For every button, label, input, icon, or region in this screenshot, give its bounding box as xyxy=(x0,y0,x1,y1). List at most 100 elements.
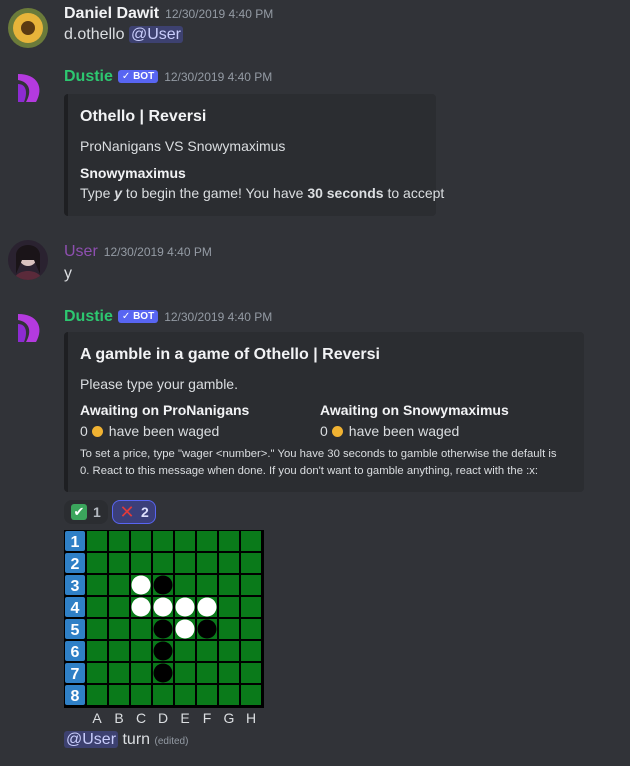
board-cell xyxy=(219,663,239,683)
reaction-cross[interactable]: ✕ 2 xyxy=(112,500,156,524)
board-cell xyxy=(87,553,107,573)
column-labels: ABCDEFGH xyxy=(64,710,264,726)
board-cell xyxy=(87,597,107,617)
avatar-user[interactable] xyxy=(8,240,48,280)
board-cell xyxy=(153,531,173,551)
dustie-logo-icon xyxy=(18,74,40,102)
message-text: y xyxy=(64,265,72,282)
board-cell xyxy=(153,685,173,705)
embed-field-name: Awaiting on ProNanigans xyxy=(80,402,250,418)
board-cell xyxy=(175,575,195,595)
row-label: 4 xyxy=(71,600,80,617)
white-disc xyxy=(197,597,217,617)
author-name[interactable]: Daniel Dawit xyxy=(64,5,159,22)
sunflower-avatar-icon xyxy=(8,8,48,48)
timestamp: 12/30/2019 4:40 PM xyxy=(164,70,273,84)
board-cell xyxy=(197,641,217,661)
othello-board: 1 2 3 4 5 6 7 8 xyxy=(64,530,264,708)
avatar-dustie[interactable] xyxy=(8,308,48,348)
row-label: 5 xyxy=(71,622,80,639)
embed-field-value: 0 have been waged xyxy=(320,423,460,439)
board-cell xyxy=(175,685,195,705)
board-cell xyxy=(87,641,107,661)
board-cell xyxy=(219,641,239,661)
user-mention[interactable]: @User xyxy=(64,731,119,748)
board-cell xyxy=(109,531,129,551)
embed-footer-line: To set a price, type "wager <number>." Y… xyxy=(80,448,557,460)
coin-icon xyxy=(331,426,343,437)
avatar-dustie[interactable] xyxy=(8,68,48,108)
board-cell xyxy=(197,531,217,551)
embed-description: Please type your gamble. xyxy=(80,376,238,392)
embed-gamble: A gamble in a game of Othello | Reversi … xyxy=(64,332,584,492)
row-label: 3 xyxy=(71,578,80,595)
bot-badge: ✓ BOT xyxy=(117,310,159,323)
user-mention[interactable]: @User xyxy=(128,26,183,43)
black-disc xyxy=(197,619,217,639)
embed-footer-line: 0. React to this message when done. If y… xyxy=(80,465,539,477)
black-disc xyxy=(153,619,173,639)
reaction-check[interactable]: ✔ 1 xyxy=(64,500,108,524)
white-disc xyxy=(131,597,151,617)
white-disc xyxy=(175,619,195,639)
board-cell xyxy=(219,531,239,551)
author-name[interactable]: User xyxy=(64,243,98,260)
embed-description: ProNanigans VS Snowymaximus xyxy=(80,138,286,154)
board-cell xyxy=(197,663,217,683)
board-cell xyxy=(131,553,151,573)
board-cell xyxy=(109,619,129,639)
coin-icon xyxy=(91,426,103,437)
board-cell xyxy=(109,685,129,705)
board-cell xyxy=(131,619,151,639)
board-cell xyxy=(241,619,261,639)
author-name[interactable]: Dustie xyxy=(64,68,113,85)
board-cell xyxy=(197,553,217,573)
board-cell xyxy=(175,553,195,573)
column-label: G xyxy=(223,710,235,726)
white-disc xyxy=(131,575,151,595)
embed-field-name: Awaiting on Snowymaximus xyxy=(320,402,509,418)
board-cell xyxy=(109,575,129,595)
row-label: 1 xyxy=(71,534,80,551)
board-cell xyxy=(87,619,107,639)
user-avatar-icon xyxy=(8,240,48,280)
board-cell xyxy=(131,685,151,705)
cross-mark-icon: ✕ xyxy=(119,502,135,522)
board-cell xyxy=(241,663,261,683)
white-disc xyxy=(153,597,173,617)
board-cell xyxy=(131,663,151,683)
board-cell xyxy=(109,597,129,617)
board-cell xyxy=(109,663,129,683)
board-cell xyxy=(109,553,129,573)
row-label: 2 xyxy=(71,556,80,573)
board-cell xyxy=(131,531,151,551)
column-label: D xyxy=(157,710,169,726)
check-mark-icon: ✔ xyxy=(71,504,87,520)
board-cell xyxy=(241,531,261,551)
board-cell xyxy=(131,641,151,661)
board-cell xyxy=(219,619,239,639)
embed-title: A gamble in a game of Othello | Reversi xyxy=(80,346,380,363)
edited-label: (edited) xyxy=(154,736,189,747)
board-cell xyxy=(241,553,261,573)
board-cell xyxy=(197,685,217,705)
board-cell xyxy=(175,663,195,683)
embed-othello: Othello | Reversi ProNanigans VS Snowyma… xyxy=(64,94,444,216)
column-label: B xyxy=(114,710,124,726)
board-cell xyxy=(197,575,217,595)
turn-text: turn xyxy=(122,731,151,748)
board-cell xyxy=(175,641,195,661)
timestamp: 12/30/2019 4:40 PM xyxy=(165,7,274,21)
board-cell xyxy=(219,575,239,595)
avatar-daniel[interactable] xyxy=(8,8,48,48)
column-label: H xyxy=(245,710,257,726)
column-label: C xyxy=(135,710,147,726)
white-disc xyxy=(175,597,195,617)
column-label: E xyxy=(180,710,190,726)
column-label: F xyxy=(202,710,212,726)
board-cell xyxy=(153,553,173,573)
board-cell xyxy=(241,641,261,661)
embed-field-value: 0 have been waged xyxy=(80,423,220,439)
author-name[interactable]: Dustie xyxy=(64,308,113,325)
board-cell xyxy=(87,663,107,683)
